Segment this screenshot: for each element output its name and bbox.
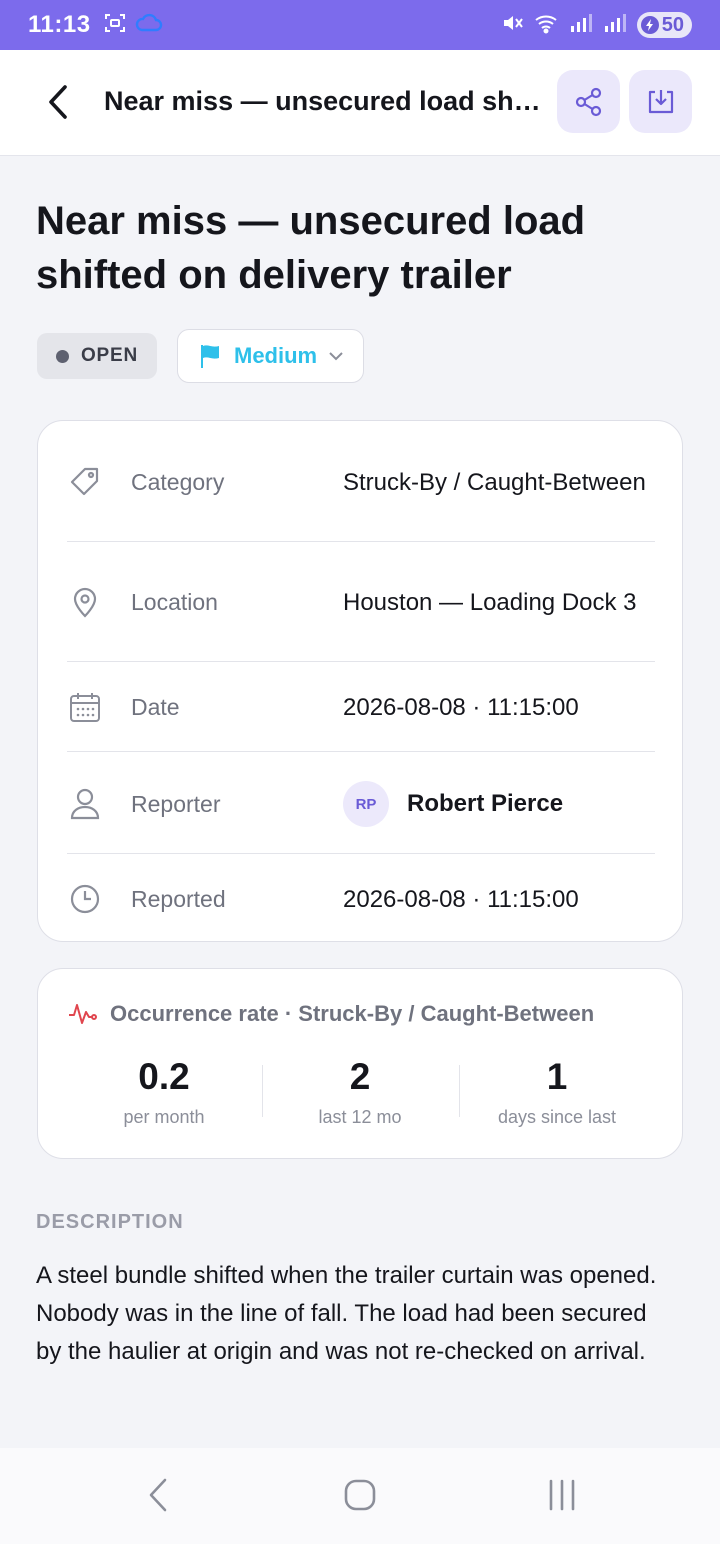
stat-value: 1 <box>546 1056 568 1097</box>
screenshot-icon <box>103 11 127 40</box>
stat-label: per month <box>123 1107 205 1127</box>
nav-recents-button[interactable] <box>532 1470 592 1520</box>
wifi-icon <box>533 12 561 39</box>
occurrence-heading: Occurrence rate · Struck-By / Caught-Bet… <box>110 1001 595 1026</box>
reported-label: Reported <box>131 885 226 912</box>
share-button[interactable] <box>557 70 620 133</box>
battery-indicator: 50 <box>636 12 692 38</box>
location-label: Location <box>131 588 218 615</box>
reported-value: 2026-08-08 · 11:15:00 <box>343 885 579 913</box>
location-pin-icon <box>67 584 103 620</box>
stat-last-12-months: 2 last 12 mo <box>262 1055 458 1128</box>
priority-dropdown[interactable]: Medium <box>177 329 364 383</box>
avatar: RP <box>343 781 389 827</box>
description-heading: DESCRIPTION <box>36 1211 184 1233</box>
description-text: A steel bundle shifted when the trailer … <box>36 1262 657 1365</box>
category-row: Category Struck-By / Caught-Between <box>67 451 655 513</box>
signal-icon <box>569 12 595 39</box>
reported-row: Reported 2026-08-08 · 11:15:00 <box>67 879 655 919</box>
tag-icon <box>67 464 103 500</box>
nav-home-icon <box>344 1479 376 1511</box>
flag-icon <box>201 345 219 368</box>
row-divider <box>67 541 655 542</box>
system-nav-bar <box>0 1448 720 1544</box>
reporter-row: Reporter RP Robert Pierce <box>67 781 655 827</box>
status-badge: OPEN <box>37 333 157 379</box>
date-value: 2026-08-08 · 11:15:00 <box>343 693 579 721</box>
battery-bolt-icon <box>640 16 659 34</box>
nav-recents-icon <box>549 1479 575 1511</box>
stat-label: last 12 mo <box>318 1107 402 1127</box>
occurrence-header: Occurrence rate · Struck-By / Caught-Bet… <box>68 1001 594 1027</box>
download-button[interactable] <box>629 70 692 133</box>
share-icon <box>575 87 601 116</box>
pulse-icon <box>69 1004 97 1024</box>
status-dot <box>55 349 69 363</box>
date-row: Date 2026-08-08 · 11:15:00 <box>67 687 655 727</box>
calendar-icon <box>67 689 103 725</box>
stat-per-month: 0.2 per month <box>66 1055 262 1128</box>
row-divider <box>67 853 655 854</box>
nav-back-button[interactable] <box>128 1470 188 1520</box>
signal-icon-2 <box>603 12 629 39</box>
status-time: 11:13 <box>28 11 91 38</box>
nav-home-button[interactable] <box>330 1470 390 1520</box>
category-label: Category <box>131 468 225 495</box>
mute-icon <box>501 12 525 39</box>
cloud-icon <box>135 12 163 39</box>
status-bar: 11:13 50 <box>0 0 720 50</box>
status-left-icons <box>103 11 163 40</box>
occurrence-rate-card: Occurrence rate · Struck-By / Caught-Bet… <box>37 968 683 1159</box>
reporter-name[interactable]: Robert Pierce <box>407 790 563 818</box>
user-icon <box>67 786 103 822</box>
download-icon <box>648 89 673 113</box>
date-label: Date <box>131 693 180 720</box>
status-right-icons: 50 <box>501 12 692 39</box>
chevron-down-icon <box>329 352 343 361</box>
row-divider <box>67 751 655 752</box>
stat-value: 0.2 <box>138 1056 190 1097</box>
status-label: OPEN <box>80 345 139 366</box>
priority-label: Medium <box>234 343 318 368</box>
reporter-label: Reporter <box>131 790 221 817</box>
battery-level: 50 <box>661 13 684 36</box>
app-header: Near miss — unsecured load shifted on de… <box>0 50 720 156</box>
header-title: Near miss — unsecured load shifted on de… <box>104 86 544 116</box>
details-card: Category Struck-By / Caught-Between Loca… <box>37 420 683 942</box>
location-value: Houston — Loading Dock 3 <box>343 588 637 616</box>
category-value: Struck-By / Caught-Between <box>343 468 646 496</box>
location-row: Location Houston — Loading Dock 3 <box>67 571 655 633</box>
stat-days-since-last: 1 days since last <box>459 1055 655 1128</box>
row-divider <box>67 661 655 662</box>
stat-label: days since last <box>497 1107 617 1127</box>
back-arrow-icon <box>49 85 67 119</box>
nav-back-icon <box>149 1478 167 1512</box>
back-button[interactable] <box>36 80 80 124</box>
clock-icon <box>67 881 103 917</box>
page-title: Near miss — unsecured load shifted on de… <box>36 199 586 297</box>
stat-value: 2 <box>349 1056 371 1097</box>
